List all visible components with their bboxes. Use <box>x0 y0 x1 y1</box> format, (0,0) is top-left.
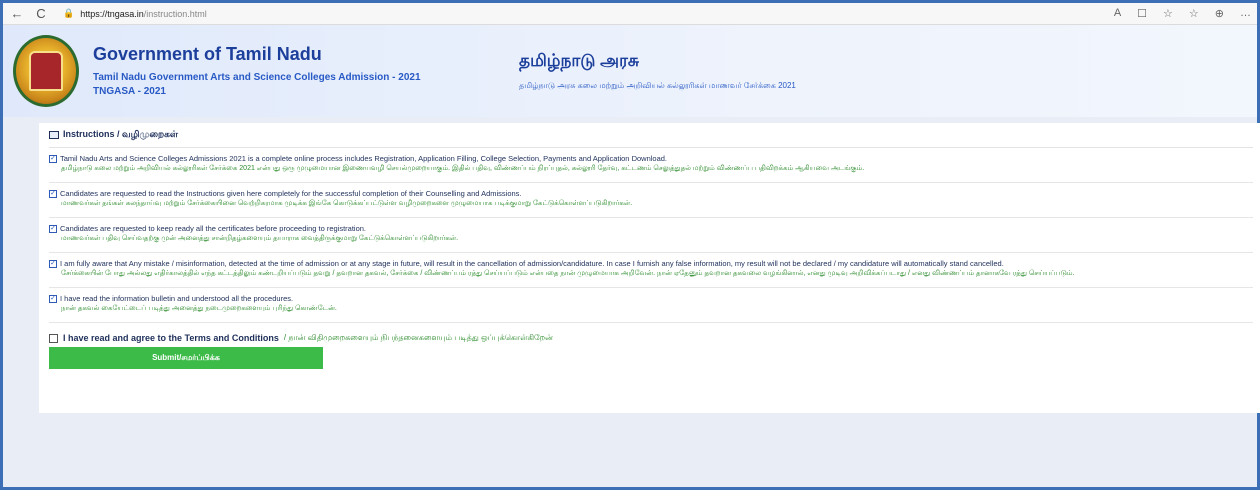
more-menu-icon[interactable]: … <box>1240 7 1251 20</box>
checked-checkbox-icon: ✓ <box>49 225 57 233</box>
instructions-card: Instructions / வழிமுறைகள் ✓ Tamil Nadu A… <box>39 123 1260 413</box>
submit-button[interactable]: Submit/சமர்ப்பிக்க <box>49 347 323 369</box>
instruction-item: ✓ Candidates are requested to read the I… <box>49 183 1253 218</box>
lock-icon: 🔒 <box>63 8 75 18</box>
admission-subtitle: Tamil Nadu Government Arts and Science C… <box>93 71 421 83</box>
instructions-title: Instructions / வழிமுறைகள் <box>63 129 178 139</box>
address-bar[interactable]: 🔒 https://tngasa.in /instruction.html <box>63 8 207 19</box>
terms-checkbox[interactable] <box>49 333 58 343</box>
instruction-text-en: I am fully aware that Any mistake / misi… <box>60 259 1004 268</box>
instruction-text-ta: மாணவர்கள் பதிவு செய்வதற்கு முன் அனைத்து … <box>61 235 459 242</box>
instruction-text-ta: சேர்க்கையின் போது அல்லது எதிர்காலத்தில் … <box>61 270 1075 277</box>
checked-checkbox-icon: ✓ <box>49 260 57 268</box>
extensions-icon[interactable]: ⊕ <box>1215 7 1224 20</box>
instruction-item: ✓ Candidates are requested to keep ready… <box>49 218 1253 253</box>
checked-checkbox-icon: ✓ <box>49 295 57 303</box>
instruction-text-ta: நான் தகவல் கையேட்டைப் படித்து அனைத்து நட… <box>61 305 337 312</box>
tngasa-label: TNGASA - 2021 <box>93 85 166 97</box>
instructions-heading: Instructions / வழிமுறைகள் <box>49 129 1253 148</box>
header-english: Government of Tamil Nadu Tamil Nadu Gove… <box>93 44 483 99</box>
terms-label-en: I have read and agree to the Terms and C… <box>63 333 279 343</box>
url-path: /instruction.html <box>143 8 207 19</box>
tamil-title: தமிழ்நாடு அரசு <box>519 51 639 70</box>
tab-icon[interactable]: ☐ <box>1137 7 1147 20</box>
reload-icon[interactable]: C <box>33 6 49 21</box>
read-aloud-icon[interactable]: A <box>1114 7 1121 20</box>
instruction-text-en: Tamil Nadu Arts and Science Colleges Adm… <box>60 154 668 163</box>
url-host: https://tngasa.in <box>80 8 144 19</box>
emblem-gopuram <box>29 51 63 91</box>
checked-checkbox-icon: ✓ <box>49 155 57 163</box>
favorites-list-icon[interactable]: ☆ <box>1189 7 1199 20</box>
tamil-nadu-emblem-icon <box>13 35 79 107</box>
browser-toolbar: ← C 🔒 https://tngasa.in /instruction.htm… <box>3 3 1257 25</box>
header-tamil: தமிழ்நாடு அரசு தமிழ்நாடு அரசு கலை மற்றும… <box>519 51 796 91</box>
instruction-item: ✓ I have read the information bulletin a… <box>49 288 1253 323</box>
tamil-subtitle: தமிழ்நாடு அரசு கலை மற்றும் அறிவியல் கல்ல… <box>519 81 796 90</box>
instruction-text-ta: தமிழ்நாடு கலை மற்றும் அறிவியல் கல்லூரிகள… <box>61 165 865 172</box>
instruction-item: ✓ Tamil Nadu Arts and Science Colleges A… <box>49 148 1253 183</box>
government-title: Government of Tamil Nadu <box>93 43 322 64</box>
favorite-icon[interactable]: ☆ <box>1163 7 1173 20</box>
instruction-text-ta: மாணவர்கள் தங்கள் கலந்தாய்வு மற்றும் சேர்… <box>61 200 633 207</box>
site-header: Government of Tamil Nadu Tamil Nadu Gove… <box>3 25 1257 117</box>
terms-agreement-row: I have read and agree to the Terms and C… <box>49 333 1253 343</box>
checked-checkbox-icon: ✓ <box>49 190 57 198</box>
instruction-text-en: I have read the information bulletin and… <box>60 294 294 303</box>
back-arrow-icon[interactable]: ← <box>9 6 25 21</box>
browser-actions: A ☐ ☆ ☆ ⊕ … <box>1114 7 1251 20</box>
terms-label-ta: / நான் விதிமுறைகளையும் நிபந்தனைகளையும் ப… <box>283 333 553 342</box>
instruction-text-en: Candidates are requested to read the Ins… <box>60 189 522 198</box>
instruction-text-en: Candidates are requested to keep ready a… <box>60 224 367 233</box>
instruction-item: ✓ I am fully aware that Any mistake / mi… <box>49 253 1253 288</box>
book-icon <box>49 131 59 139</box>
